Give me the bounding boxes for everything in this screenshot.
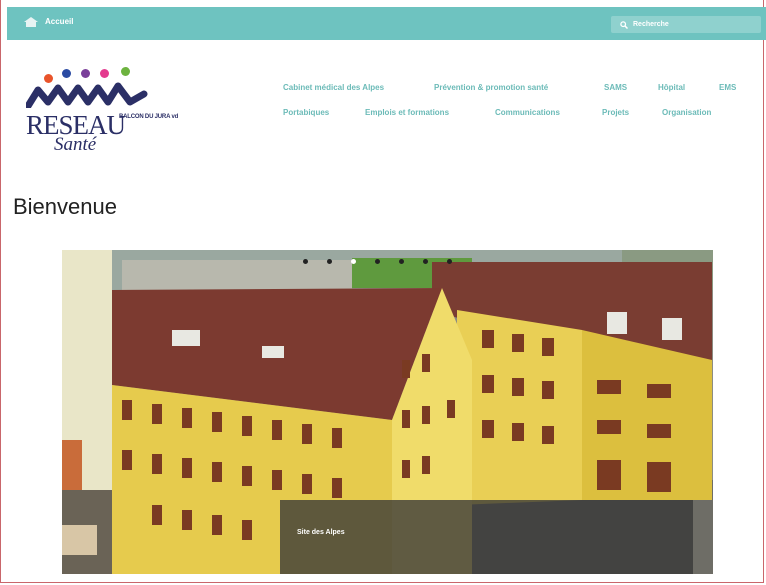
page-title: Bienvenue	[13, 194, 117, 219]
slider-dot-active[interactable]	[351, 259, 356, 264]
logo-dot	[121, 67, 130, 76]
logo-subtitle: BALCON DU JURA vd	[119, 114, 179, 120]
logo-figures-icon	[26, 82, 148, 108]
logo-dot	[62, 69, 71, 78]
slider-dot[interactable]	[303, 259, 308, 264]
home-link[interactable]: Accueil	[23, 16, 73, 27]
nav-item-communications[interactable]: Communications	[495, 108, 560, 117]
home-icon	[24, 17, 38, 27]
slide-caption-text: Site des Alpes	[297, 529, 345, 536]
nav-item-cabinet[interactable]: Cabinet médical des Alpes	[283, 83, 384, 92]
nav-item-ems[interactable]: EMS	[719, 83, 736, 92]
nav-item-sams[interactable]: SAMS	[604, 83, 627, 92]
slider-dot[interactable]	[423, 259, 428, 264]
nav-item-prevention[interactable]: Prévention & promotion santé	[434, 83, 548, 92]
nav-item-organisation[interactable]: Organisation	[662, 108, 711, 117]
slider-dot[interactable]	[327, 259, 332, 264]
top-bar: Accueil Recherche	[7, 7, 766, 40]
slider-dot[interactable]	[399, 259, 404, 264]
search-icon	[620, 20, 628, 29]
logo-tagline: Santé	[54, 134, 97, 155]
home-label: Accueil	[45, 17, 74, 26]
nav-item-emplois[interactable]: Emplois et formations	[365, 108, 449, 117]
search-input[interactable]: Recherche	[611, 16, 761, 33]
nav-item-projets[interactable]: Projets	[602, 108, 629, 117]
slider-dot[interactable]	[447, 259, 452, 264]
nav-item-hopital[interactable]: Hôpital	[658, 83, 685, 92]
slider-dot[interactable]	[375, 259, 380, 264]
slide-caption: Site des Alpes	[280, 500, 693, 574]
search-placeholder: Recherche	[633, 21, 669, 28]
logo-dot	[81, 69, 90, 78]
site-logo[interactable]: RESEAU BALCON DU JURA vd Santé	[26, 66, 196, 158]
logo-dot	[100, 69, 109, 78]
nav-item-portabiques[interactable]: Portabiques	[283, 108, 329, 117]
slider-pagination	[303, 259, 452, 264]
